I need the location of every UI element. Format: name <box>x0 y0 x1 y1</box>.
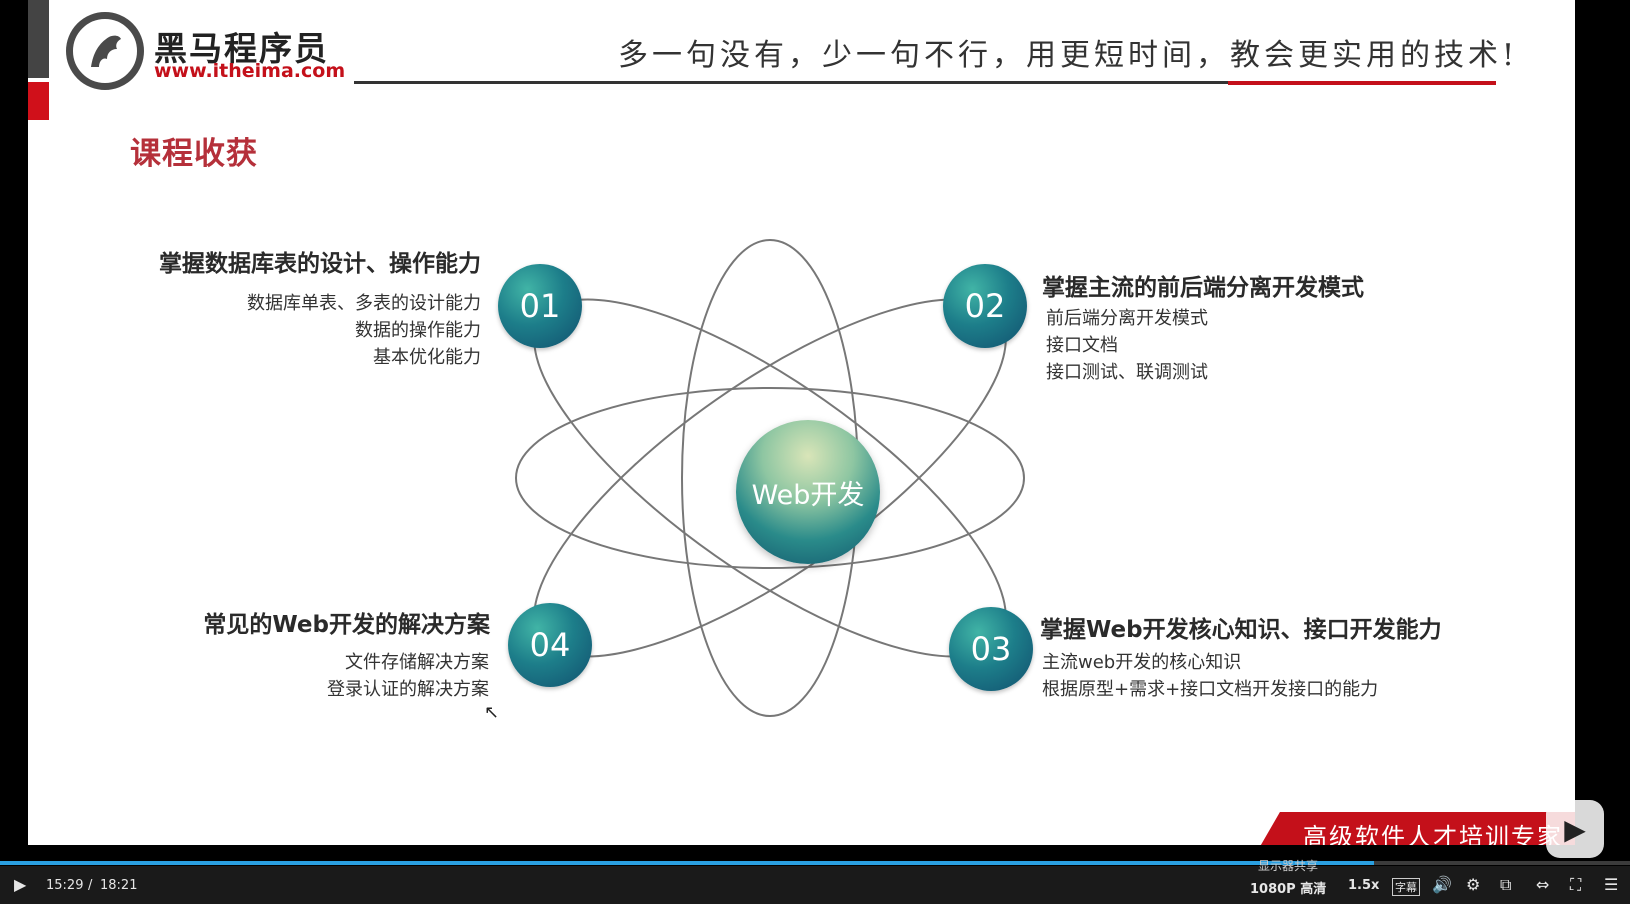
play-icon[interactable]: ▶ <box>14 875 26 894</box>
monitor-share-label: 显示器共享 <box>1258 859 1319 873</box>
subtitle-toggle[interactable]: 字幕 <box>1392 878 1420 896</box>
banner-text: 高级软件人才培训专家 <box>1303 823 1563 845</box>
number-label: 02 <box>964 287 1006 325</box>
slide: 黑马程序员 www.itheima.com 多一句没有，少一句不行，用更短时间，… <box>28 0 1575 845</box>
widescreen-icon[interactable]: ⇔ <box>1536 875 1549 894</box>
list-item: 数据库单表、多表的设计能力 <box>247 293 481 314</box>
number-label: 01 <box>519 287 561 325</box>
picture-in-picture-icon[interactable]: ⧉ <box>1500 875 1511 895</box>
item-02-details: 前后端分离开发模式 接口文档 接口测试、联调测试 <box>1046 305 1208 386</box>
list-item: 数据的操作能力 <box>355 320 481 341</box>
volume-icon[interactable]: 🔊 <box>1432 875 1452 894</box>
number-ball-02: 02 <box>943 264 1027 348</box>
number-label: 04 <box>529 626 571 664</box>
number-label: 03 <box>970 630 1012 668</box>
danmaku-icon[interactable]: ☰ <box>1604 875 1618 894</box>
current-time: 15:29 <box>46 878 84 893</box>
quality-selector[interactable]: 1080P 高清 <box>1250 878 1326 897</box>
time-separator: / <box>88 878 93 893</box>
item-04-details: 文件存储解决方案 登录认证的解决方案 <box>188 649 489 703</box>
list-item: 文件存储解决方案 <box>345 652 489 673</box>
fullscreen-icon[interactable]: ⛶ <box>1570 875 1581 895</box>
list-item: 登录认证的解决方案 <box>327 679 489 700</box>
center-label: Web开发 <box>751 479 865 511</box>
item-02-heading: 掌握主流的前后端分离开发模式 <box>1042 275 1364 301</box>
list-item: 前后端分离开发模式 <box>1046 308 1208 329</box>
total-time: 18:21 <box>100 878 138 893</box>
floating-play-button-icon[interactable]: ▶ <box>1546 800 1604 858</box>
list-item: 基本优化能力 <box>373 347 481 368</box>
list-item: 接口测试、联调测试 <box>1046 362 1208 383</box>
settings-gear-icon[interactable]: ⚙ <box>1466 875 1480 894</box>
number-ball-01: 01 <box>498 264 582 348</box>
speed-selector[interactable]: 1.5x <box>1348 878 1379 893</box>
mouse-cursor-icon: ↖ <box>484 702 500 723</box>
number-ball-03: 03 <box>949 607 1033 691</box>
progress-fill <box>0 861 1375 865</box>
list-item: 主流web开发的核心知识 <box>1042 652 1242 673</box>
player-control-bar: ▶ 15:29 / 18:21 显示器共享 1080P 高清 1.5x 字幕 🔊… <box>0 859 1630 904</box>
item-03-details: 主流web开发的核心知识 根据原型+需求+接口文档开发接口的能力 <box>1042 649 1378 703</box>
number-ball-04: 04 <box>508 603 592 687</box>
center-sphere: Web开发 <box>736 420 880 564</box>
list-item: 接口文档 <box>1046 335 1118 356</box>
item-04-heading: 常见的Web开发的解决方案 <box>203 612 490 638</box>
item-01-details: 数据库单表、多表的设计能力 数据的操作能力 基本优化能力 <box>168 290 481 371</box>
item-03-heading: 掌握Web开发核心知识、接口开发能力 <box>1040 617 1442 643</box>
list-item: 根据原型+需求+接口文档开发接口的能力 <box>1042 679 1379 700</box>
item-01-heading: 掌握数据库表的设计、操作能力 <box>159 251 481 277</box>
